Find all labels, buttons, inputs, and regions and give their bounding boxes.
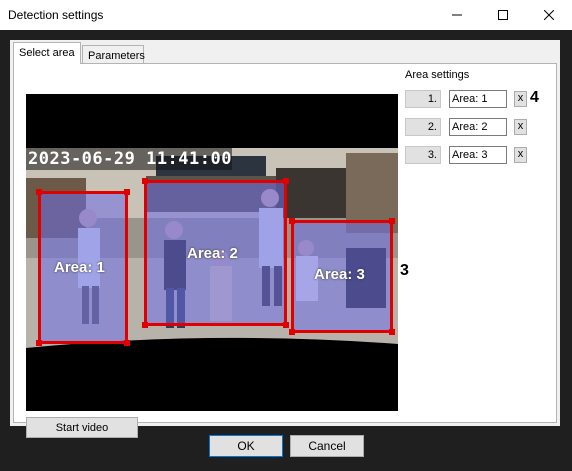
delete-area-3-button[interactable]: x xyxy=(514,147,527,163)
area-label: Area: 2 xyxy=(187,245,238,262)
title-bar: Detection settings xyxy=(0,0,572,30)
window-title: Detection settings xyxy=(8,8,104,22)
cancel-button[interactable]: Cancel xyxy=(290,435,364,457)
detection-area-3[interactable]: Area: 3 xyxy=(289,218,395,335)
callout-4: 4 xyxy=(530,89,539,106)
ok-button[interactable]: OK xyxy=(209,435,283,457)
area-row-3: 3. Area: 3 x xyxy=(405,146,529,164)
minimize-button[interactable] xyxy=(434,0,480,30)
area-handle[interactable] xyxy=(283,322,289,328)
area-handle[interactable] xyxy=(142,178,148,184)
detection-settings-window: Detection settings Select area Parameter… xyxy=(0,0,572,471)
area-settings-title: Area settings xyxy=(405,69,470,81)
detection-area-2[interactable]: Area: 2 xyxy=(142,178,289,328)
start-video-button[interactable]: Start video xyxy=(26,417,138,438)
close-icon xyxy=(544,10,554,20)
area-row-2: 2. Area: 2 x xyxy=(405,118,529,136)
area-3-name-field[interactable]: Area: 3 xyxy=(449,146,507,164)
video-preview[interactable]: 2023-06-29 11:41:00 Area: 1 Area: 2 Area… xyxy=(26,94,398,411)
area-label: Area: 1 xyxy=(54,259,105,276)
area-label: Area: 3 xyxy=(314,266,365,283)
delete-area-2-button[interactable]: x xyxy=(514,119,527,135)
area-1-name-field[interactable]: Area: 1 xyxy=(449,90,507,108)
minimize-icon xyxy=(452,14,462,16)
area-handle[interactable] xyxy=(389,329,395,335)
area-handle[interactable] xyxy=(142,322,148,328)
dialog-body: Select area Parameters 2023-06-29 11:41:… xyxy=(10,40,560,438)
delete-area-1-button[interactable]: x xyxy=(514,91,527,107)
area-handle[interactable] xyxy=(124,340,130,346)
area-handle[interactable] xyxy=(36,189,42,195)
area-handle[interactable] xyxy=(289,218,295,224)
tab-parameters[interactable]: Parameters xyxy=(82,45,145,64)
area-handle[interactable] xyxy=(36,340,42,346)
select-area-1-button[interactable]: 1. xyxy=(405,90,441,108)
area-row-1: 1. Area: 1 x xyxy=(405,90,529,108)
callout-3: 3 xyxy=(400,262,409,279)
maximize-icon xyxy=(498,10,508,20)
detection-area-1[interactable]: Area: 1 xyxy=(36,189,130,346)
maximize-button[interactable] xyxy=(480,0,526,30)
select-area-2-button[interactable]: 2. xyxy=(405,118,441,136)
area-handle[interactable] xyxy=(124,189,130,195)
area-2-name-field[interactable]: Area: 2 xyxy=(449,118,507,136)
area-handle[interactable] xyxy=(389,218,395,224)
select-area-3-button[interactable]: 3. xyxy=(405,146,441,164)
select-area-panel: 2023-06-29 11:41:00 Area: 1 Area: 2 Area… xyxy=(13,63,557,438)
tab-select-area[interactable]: Select area xyxy=(13,42,81,64)
close-button[interactable] xyxy=(526,0,572,30)
video-timestamp: 2023-06-29 11:41:00 xyxy=(26,148,232,170)
area-handle[interactable] xyxy=(283,178,289,184)
area-handle[interactable] xyxy=(289,329,295,335)
